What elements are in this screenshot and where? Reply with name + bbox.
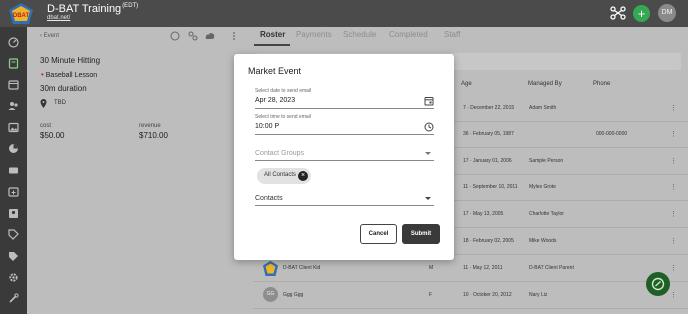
- contact-groups-select[interactable]: Contact Groups: [255, 148, 434, 161]
- image-icon[interactable]: [8, 122, 19, 133]
- send-date-value[interactable]: Apr 28, 2023: [255, 97, 295, 104]
- calendar-add-icon[interactable]: [8, 186, 19, 197]
- tools-icon[interactable]: [8, 293, 19, 304]
- selected-group-chip: All Contacts ×: [257, 168, 311, 184]
- chevron-down-icon[interactable]: [425, 197, 431, 200]
- user-avatar[interactable]: DM: [658, 4, 676, 22]
- cancel-button[interactable]: Cancel: [360, 224, 397, 244]
- market-event-dialog: Market Event Select date to send email A…: [234, 54, 454, 260]
- network-icon[interactable]: [610, 6, 626, 20]
- tag-icon[interactable]: [8, 229, 19, 240]
- remove-chip-icon[interactable]: ×: [298, 171, 308, 181]
- chip-label: All Contacts: [264, 172, 297, 178]
- app-link[interactable]: dbat.net/: [47, 15, 70, 21]
- contacts-select[interactable]: Contacts: [255, 193, 434, 206]
- send-time-value[interactable]: 10:00 P: [255, 123, 279, 130]
- submit-button[interactable]: Submit: [402, 224, 440, 244]
- app-title: D-BAT Training(EDT): [47, 3, 139, 15]
- book-icon[interactable]: [8, 58, 19, 69]
- send-time-label: Select time to send email: [255, 114, 311, 120]
- send-date-field[interactable]: Select date to send email Apr 28, 2023: [255, 88, 434, 109]
- top-bar: DBAT D-BAT Training(EDT) dbat.net/ + DM: [0, 0, 688, 27]
- send-time-field[interactable]: Select time to send email 10:00 P: [255, 114, 434, 135]
- calendar-icon[interactable]: [8, 79, 19, 90]
- send-date-label: Select date to send email: [255, 88, 312, 94]
- settings-icon[interactable]: [8, 272, 19, 283]
- calendar-icon[interactable]: [424, 96, 434, 106]
- people-icon[interactable]: [8, 100, 19, 111]
- add-button[interactable]: +: [633, 5, 650, 22]
- contacts-label: Contacts: [255, 195, 283, 202]
- contact-groups-placeholder: Contact Groups: [255, 150, 305, 157]
- chevron-down-icon[interactable]: [425, 152, 431, 155]
- svg-text:DBAT: DBAT: [13, 13, 30, 19]
- chart-icon[interactable]: [8, 143, 19, 154]
- sidebar: [0, 27, 27, 314]
- contact-card-icon[interactable]: [8, 208, 19, 219]
- dbat-logo[interactable]: DBAT: [9, 3, 33, 24]
- ticket-icon[interactable]: [8, 165, 19, 176]
- dashboard-icon[interactable]: [8, 37, 19, 48]
- tag-alt-icon[interactable]: [8, 251, 19, 262]
- clock-icon[interactable]: [424, 122, 434, 132]
- dialog-title: Market Event: [248, 66, 302, 76]
